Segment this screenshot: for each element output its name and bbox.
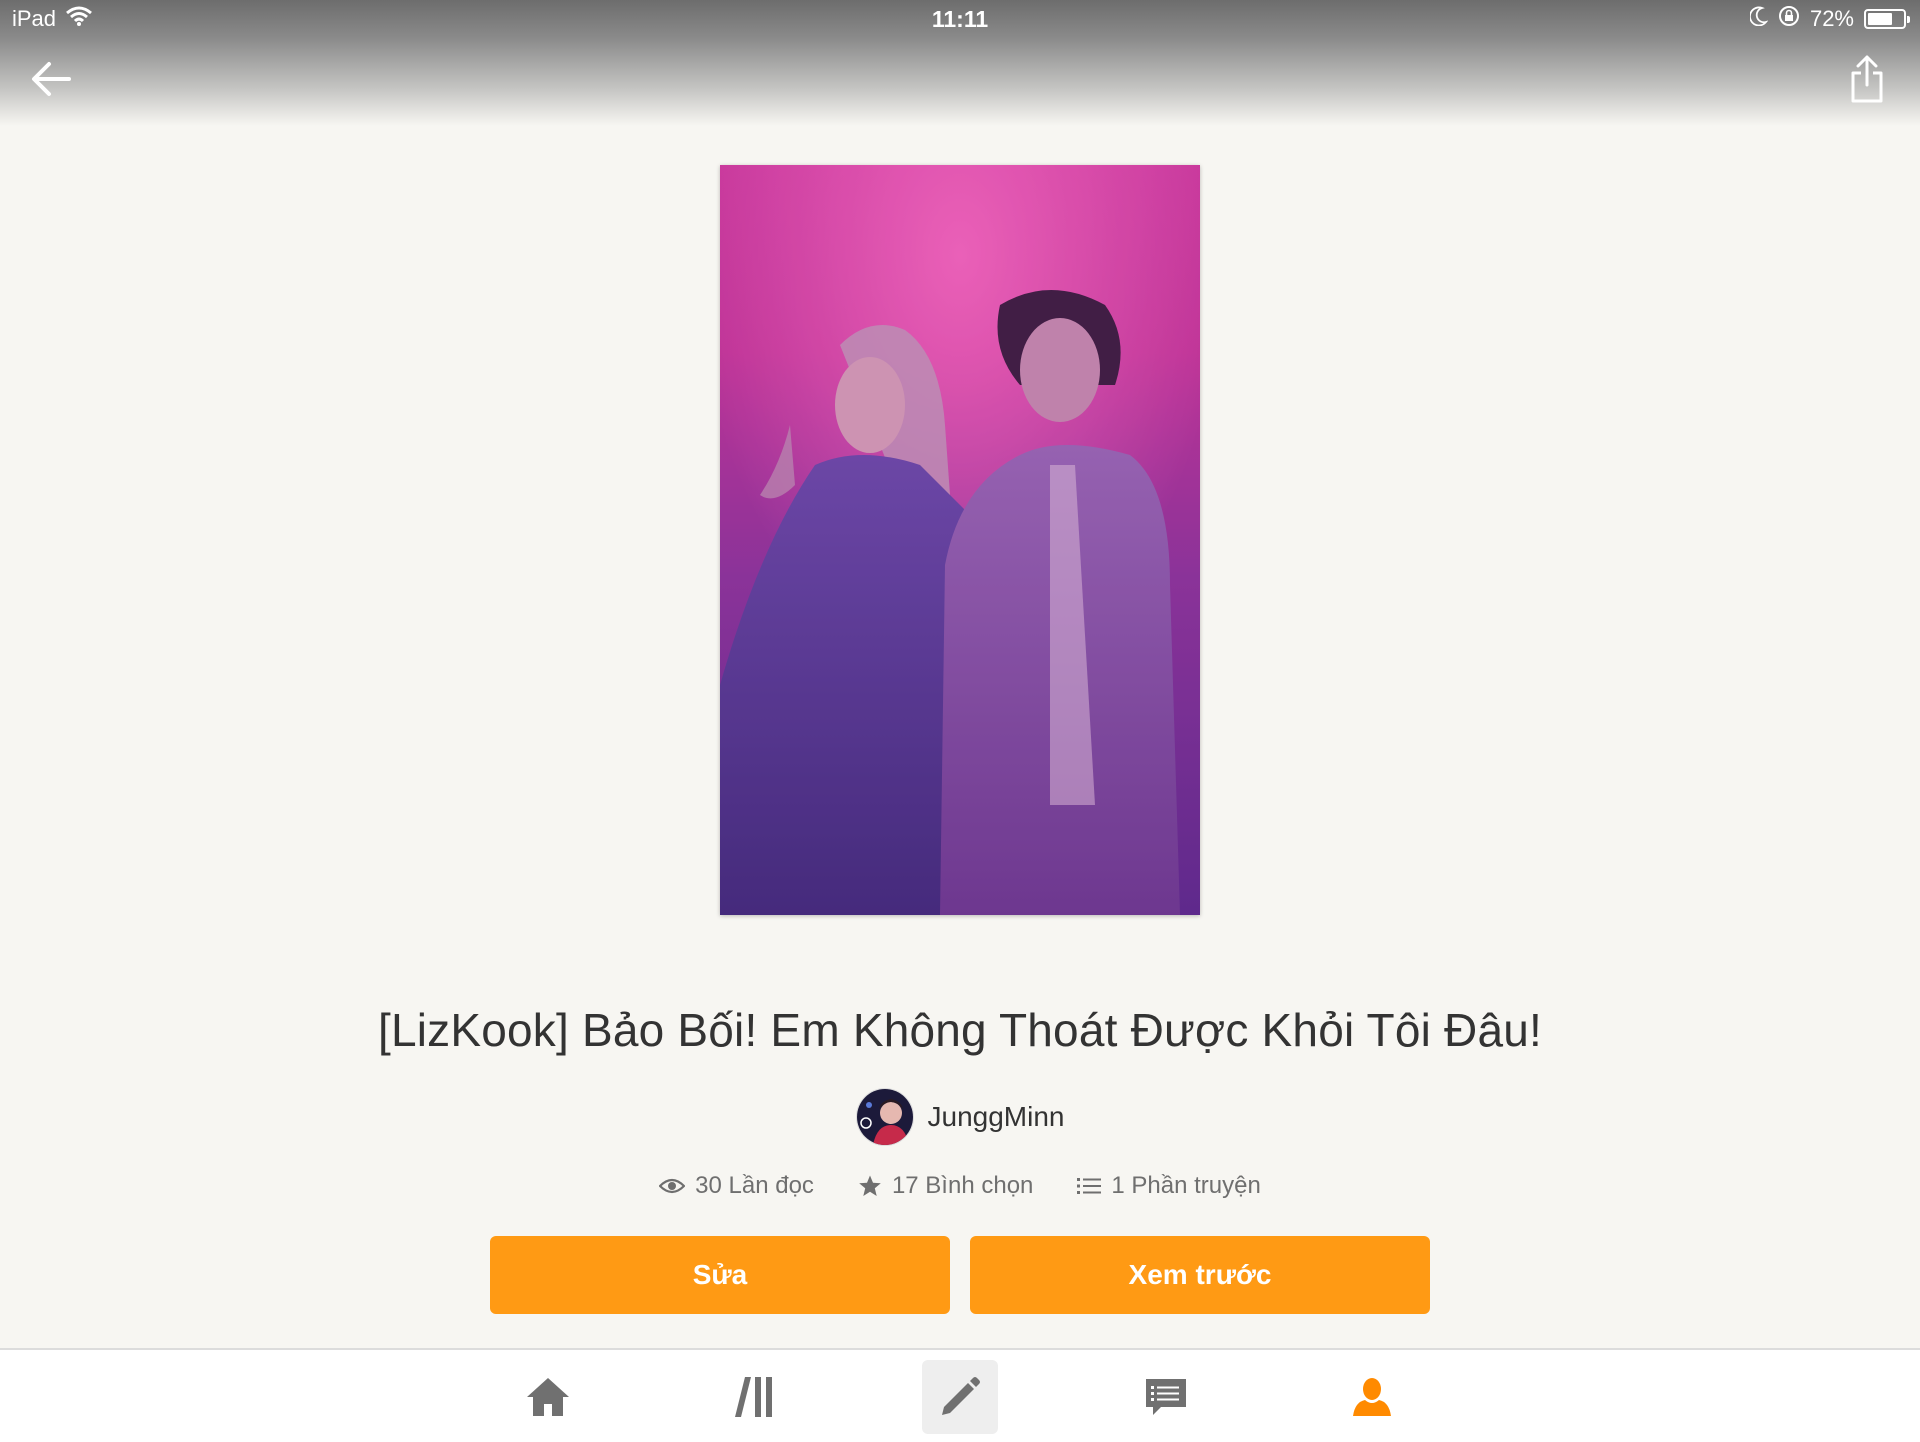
author-row[interactable]: JunggMinn xyxy=(0,1088,1920,1146)
tab-write[interactable] xyxy=(922,1360,998,1434)
tab-library[interactable] xyxy=(716,1360,792,1434)
rotation-lock-icon xyxy=(1778,5,1800,33)
tab-profile[interactable] xyxy=(1334,1360,1410,1434)
battery-percent: 72% xyxy=(1809,6,1854,31)
avatar[interactable] xyxy=(855,1088,914,1146)
status-bar-right: 72% xyxy=(1748,4,1910,34)
votes-count: 17 Bình chọn xyxy=(891,1172,1034,1199)
reads-count: 30 Lần đọc xyxy=(695,1172,814,1199)
person-icon xyxy=(1353,1378,1391,1416)
tab-messages[interactable] xyxy=(1128,1360,1204,1434)
cover-image xyxy=(720,165,1200,915)
share-button[interactable] xyxy=(1842,50,1892,108)
top-bar: iPad 11:11 72% xyxy=(0,0,1920,126)
chat-icon xyxy=(1146,1379,1186,1415)
arrow-left-icon xyxy=(32,62,71,96)
list-icon xyxy=(1077,1178,1102,1194)
moon-icon xyxy=(1748,6,1769,32)
pencil-icon xyxy=(942,1377,980,1415)
reads-stat: 30 Lần đọc xyxy=(659,1172,814,1200)
preview-button[interactable]: Xem trước xyxy=(970,1236,1430,1314)
battery-icon xyxy=(1864,9,1910,29)
home-icon xyxy=(527,1378,569,1416)
parts-stat: 1 Phần truyện xyxy=(1077,1172,1261,1200)
story-stats: 30 Lần đọc 17 Bình chọn 1 Phần truyện xyxy=(0,1172,1920,1200)
status-time: 11:11 xyxy=(931,6,989,32)
story-cover[interactable] xyxy=(720,165,1200,915)
tab-bar xyxy=(0,1348,1920,1442)
star-icon xyxy=(859,1175,881,1196)
battery-level xyxy=(1868,13,1892,25)
back-button[interactable] xyxy=(24,52,78,106)
eye-icon xyxy=(659,1178,686,1194)
edit-button[interactable]: Sửa xyxy=(490,1236,950,1314)
tab-home[interactable] xyxy=(510,1360,586,1434)
library-icon xyxy=(735,1377,772,1417)
parts-count: 1 Phần truyện xyxy=(1111,1172,1261,1199)
story-title: [LizKook] Bảo Bối! Em Không Thoát Được K… xyxy=(377,1004,1543,1056)
author-name[interactable]: JunggMinn xyxy=(928,1101,1065,1133)
share-icon xyxy=(1851,55,1883,103)
votes-stat: 17 Bình chọn xyxy=(858,1172,1033,1200)
